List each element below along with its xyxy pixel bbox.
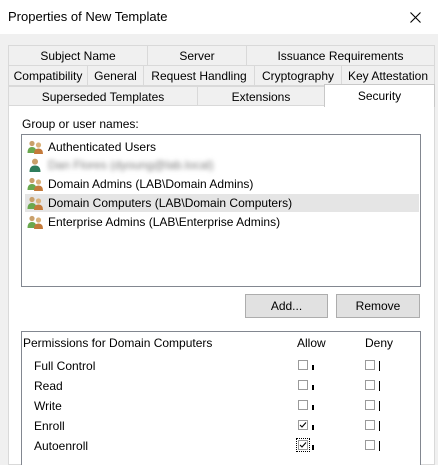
inherit-indicator — [379, 401, 380, 411]
close-icon — [409, 11, 421, 23]
allow-checkbox[interactable] — [298, 360, 308, 370]
inherit-indicator — [312, 425, 314, 430]
user-icon — [29, 158, 41, 172]
inherit-indicator — [312, 405, 314, 410]
tab-security[interactable]: Security — [324, 84, 435, 107]
permissions-label: Permissions for Domain Computers — [23, 336, 213, 350]
title-bar: Properties of New Template — [0, 0, 438, 34]
list-item-authenticated-users[interactable]: Authenticated Users — [25, 138, 419, 156]
permission-row-enroll: Enroll — [22, 416, 420, 436]
allow-checkbox-checked[interactable] — [296, 438, 310, 452]
deny-checkbox[interactable] — [365, 400, 375, 410]
deny-checkbox[interactable] — [365, 380, 375, 390]
inherit-indicator — [379, 381, 380, 391]
deny-column-header: Deny — [365, 336, 394, 350]
permission-name: Write — [34, 399, 62, 413]
tab-superseded-templates[interactable]: Superseded Templates — [8, 86, 198, 107]
permission-name: Enroll — [34, 419, 65, 433]
close-button[interactable] — [392, 0, 438, 34]
permissions-list: Full Control Read Write Enroll Autoenrol… — [21, 353, 421, 465]
remove-button[interactable]: Remove — [336, 294, 420, 318]
principal-name: Authenticated Users — [48, 140, 157, 154]
inherit-indicator — [379, 441, 380, 451]
tab-subject-name[interactable]: Subject Name — [8, 45, 148, 66]
principal-name: Domain Admins (LAB\Domain Admins) — [48, 177, 254, 191]
inherit-indicator — [312, 385, 314, 390]
inherit-indicator — [312, 445, 314, 450]
group-icon — [27, 196, 43, 210]
tab-key-attestation[interactable]: Key Attestation — [341, 65, 435, 86]
principal-name: Enterprise Admins (LAB\Enterprise Admins… — [48, 215, 281, 229]
tab-extensions[interactable]: Extensions — [197, 86, 325, 107]
group-icon — [27, 140, 43, 154]
deny-checkbox[interactable] — [365, 420, 375, 430]
window-title: Properties of New Template — [8, 9, 168, 24]
list-item-user[interactable]: Dan Flores (dyoung@lab.local) — [25, 156, 419, 174]
permission-name: Full Control — [34, 359, 96, 373]
checkmark-icon — [299, 442, 307, 448]
list-item-domain-admins[interactable]: Domain Admins (LAB\Domain Admins) — [25, 175, 419, 193]
tab-cryptography[interactable]: Cryptography — [254, 65, 342, 86]
permission-name: Autoenroll — [34, 439, 89, 453]
allow-checkbox[interactable] — [298, 380, 308, 390]
permission-row-read: Read — [22, 376, 420, 396]
list-item-enterprise-admins[interactable]: Enterprise Admins (LAB\Enterprise Admins… — [25, 213, 419, 231]
list-item-domain-computers[interactable]: Domain Computers (LAB\Domain Computers) — [25, 194, 419, 212]
tab-general[interactable]: General — [87, 65, 144, 86]
tab-server[interactable]: Server — [147, 45, 247, 66]
tab-compatibility[interactable]: Compatibility — [8, 65, 88, 86]
permission-row-write: Write — [22, 396, 420, 416]
deny-checkbox[interactable] — [365, 440, 375, 450]
principals-listbox[interactable]: Authenticated Users Dan Flores (dyoung@l… — [21, 134, 421, 287]
principal-name-redacted: Dan Flores (dyoung@lab.local) — [48, 158, 214, 172]
checkmark-icon — [299, 422, 307, 428]
permission-row-autoenroll: Autoenroll — [22, 436, 420, 456]
allow-checkbox-checked[interactable] — [298, 420, 308, 430]
principal-name: Domain Computers (LAB\Domain Computers) — [48, 196, 293, 210]
inherit-indicator — [379, 421, 380, 431]
permission-name: Read — [34, 379, 63, 393]
deny-checkbox[interactable] — [365, 360, 375, 370]
group-icon — [27, 215, 43, 229]
permissions-header: Permissions for Domain Computers Allow D… — [21, 331, 421, 353]
inherit-indicator — [312, 365, 314, 370]
group-or-user-names-label: Group or user names: — [22, 117, 139, 131]
inherit-indicator — [379, 361, 380, 371]
permission-row-full-control: Full Control — [22, 356, 420, 376]
tab-issuance-requirements[interactable]: Issuance Requirements — [246, 45, 435, 66]
add-button[interactable]: Add... — [245, 294, 328, 318]
group-icon — [27, 177, 43, 191]
allow-column-header: Allow — [297, 336, 326, 350]
allow-checkbox[interactable] — [298, 400, 308, 410]
tab-request-handling[interactable]: Request Handling — [143, 65, 255, 86]
